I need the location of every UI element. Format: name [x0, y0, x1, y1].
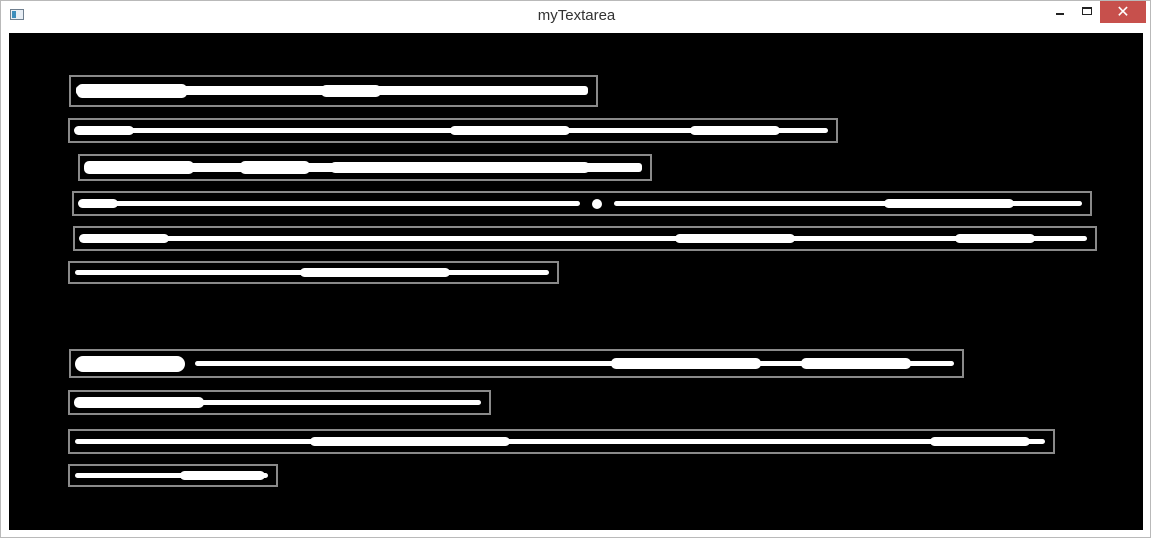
close-icon: ✕ [1116, 2, 1130, 21]
text-region [72, 191, 1092, 216]
app-window: myTextarea ✕ [0, 0, 1151, 538]
window-title: myTextarea [537, 7, 616, 24]
redacted-text [884, 198, 1014, 208]
text-region [78, 154, 652, 181]
maximize-icon [1082, 7, 1092, 15]
redacted-text [84, 160, 194, 174]
redacted-text [955, 233, 1035, 243]
redacted-text [321, 85, 381, 97]
text-region [69, 75, 598, 107]
redacted-text [79, 233, 169, 243]
text-canvas[interactable] [9, 33, 1143, 530]
redacted-text [75, 355, 185, 372]
redacted-text [75, 438, 1045, 444]
redacted-text [78, 198, 118, 208]
text-region [68, 429, 1055, 454]
redacted-text [450, 125, 570, 135]
redacted-text [79, 200, 580, 206]
redacted-text [180, 470, 265, 480]
redacted-text [675, 233, 795, 243]
minimize-icon [1056, 13, 1064, 15]
text-region [68, 464, 278, 487]
redacted-text [77, 84, 187, 98]
redacted-text [690, 125, 780, 135]
redacted-text [300, 267, 450, 277]
redacted-text [801, 357, 911, 369]
redacted-text [80, 235, 1087, 241]
text-region [68, 390, 491, 415]
redacted-text [310, 436, 510, 446]
title-bar[interactable]: myTextarea ✕ [1, 1, 1150, 31]
redacted-text [592, 198, 602, 209]
redacted-text [330, 161, 590, 173]
text-region [69, 349, 964, 378]
text-region [68, 261, 559, 284]
minimize-button[interactable] [1047, 1, 1074, 23]
redacted-text [240, 160, 310, 174]
redacted-text [930, 436, 1030, 446]
redacted-text [611, 357, 761, 369]
redacted-text [74, 396, 204, 408]
close-button[interactable]: ✕ [1100, 1, 1146, 23]
text-region [73, 226, 1097, 251]
maximize-button[interactable] [1074, 1, 1100, 23]
text-region [68, 118, 838, 143]
redacted-text [74, 125, 134, 135]
